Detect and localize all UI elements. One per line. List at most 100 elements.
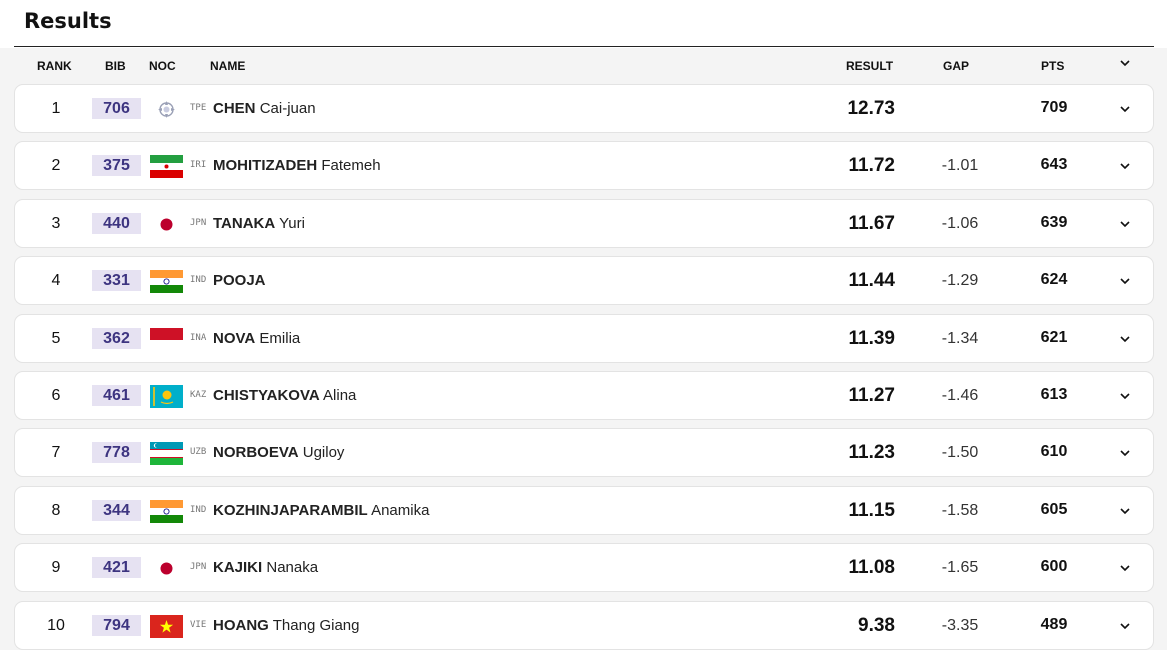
table-row[interactable]: 10 794 VIE HOANG Thang Giang 9.38 -3.35 489 (14, 600, 1154, 650)
table-row[interactable]: 2 375 IRI MOHITIZADEH Fatemeh 11.72 -1.01 643 (14, 141, 1154, 191)
rank-cell: 2 (51, 157, 61, 175)
expand-row-button[interactable] (1118, 504, 1132, 518)
noc-code: UZB (190, 447, 207, 458)
column-header-rank: RANK (37, 59, 72, 73)
column-header-name: NAME (210, 59, 246, 73)
noc-code: KAZ (190, 390, 207, 400)
athlete-name: NORBOEVA Ugiloy (213, 444, 344, 461)
expand-row-button[interactable] (1118, 217, 1132, 231)
rank-cell: 10 (47, 616, 65, 634)
athlete-name: TANAKA Yuri (213, 215, 305, 232)
result-cell: 11.15 (848, 499, 896, 521)
chevron-down-icon (1120, 450, 1130, 457)
points-cell: 709 (1040, 99, 1068, 116)
given-name: Yuri (279, 214, 305, 232)
rank-cell: 7 (51, 444, 61, 462)
expand-row-button[interactable] (1118, 159, 1132, 173)
given-name: Ugiloy (302, 444, 345, 462)
result-cell: 11.23 (848, 442, 896, 464)
tpe-flag-icon (150, 98, 183, 121)
points-cell: 624 (1040, 271, 1068, 289)
table-row[interactable]: 7 778 UZB NORBOEVA Ugiloy 11.23 -1.50 610 (14, 428, 1154, 478)
table-row[interactable]: 5 362 INA NOVA Emilia 11.39 -1.34 621 (14, 313, 1154, 363)
column-header-result: RESULT (846, 59, 894, 73)
points-cell: 613 (1040, 386, 1068, 403)
points-cell: 600 (1040, 558, 1068, 576)
expand-row-button[interactable] (1118, 561, 1132, 575)
family-name: KAJIKI (213, 559, 263, 577)
gap-cell: -1.01 (941, 157, 979, 175)
vie-flag-icon (150, 614, 183, 638)
table-row[interactable]: 1 706 TPE CHEN Cai-juan 12.73 709 (14, 84, 1154, 133)
chevron-down-icon (1120, 336, 1130, 342)
family-name: KOZHINJAPARAMBIL (213, 501, 368, 519)
table-row[interactable]: 3 440 JPN TANAKA Yuri 11.67 -1.06 639 (14, 198, 1154, 248)
chevron-down-icon (1120, 163, 1130, 170)
jpn-flag-icon (150, 212, 183, 236)
noc-code: IND (190, 275, 207, 286)
kaz-flag-icon (150, 385, 183, 408)
noc-code: JPN (190, 217, 207, 228)
bib-cell: 794 (92, 614, 141, 636)
expand-row-button[interactable] (1118, 389, 1132, 403)
gap-cell: -1.65 (941, 559, 979, 577)
chevron-down-icon (1120, 221, 1130, 227)
gap-cell: -1.58 (941, 501, 979, 519)
ind-flag-icon (150, 270, 183, 294)
expand-row-button[interactable] (1118, 619, 1132, 633)
athlete-name: MOHITIZADEH Fatemeh (213, 157, 381, 174)
uzb-flag-icon (150, 442, 183, 466)
column-header-noc: NOC (149, 59, 176, 73)
family-name: TANAKA (213, 214, 276, 232)
family-name: CHISTYAKOVA (213, 387, 320, 404)
table-row[interactable]: 4 331 IND POOJA 11.44 -1.29 624 (14, 256, 1154, 306)
result-cell: 11.72 (848, 155, 896, 177)
given-name: Thang Giang (272, 616, 360, 634)
rank-cell: 6 (51, 387, 61, 404)
athlete-name: NOVA Emilia (213, 330, 300, 347)
expand-row-button[interactable] (1118, 102, 1132, 116)
table-row[interactable]: 6 461 KAZ CHISTYAKOVA Alina 11.27 -1.46 613 (14, 371, 1154, 420)
chevron-down-icon (1120, 106, 1130, 113)
athlete-name: CHISTYAKOVA Alina (213, 387, 356, 404)
athlete-name: POOJA (213, 272, 266, 289)
points-cell: 610 (1040, 443, 1068, 461)
expand-all-button[interactable] (1118, 56, 1132, 73)
bib-cell: 421 (92, 557, 141, 579)
expand-row-button[interactable] (1118, 332, 1132, 346)
gap-cell: -1.46 (941, 387, 979, 404)
given-name: Cai-juan (259, 100, 316, 117)
gap-cell: -1.34 (941, 329, 979, 347)
points-cell: 643 (1040, 156, 1068, 174)
family-name: HOANG (213, 616, 269, 634)
noc-code: IRI (190, 160, 207, 171)
result-cell: 11.44 (848, 270, 896, 292)
family-name: NOVA (213, 329, 256, 347)
chevron-down-icon (1120, 623, 1130, 629)
gap-cell: -3.35 (941, 616, 979, 634)
athlete-name: HOANG Thang Giang (213, 617, 359, 634)
jpn-flag-icon (150, 557, 183, 581)
chevron-down-icon (1120, 60, 1130, 67)
expand-row-button[interactable] (1118, 446, 1132, 460)
points-cell: 639 (1040, 213, 1068, 231)
rank-cell: 3 (51, 214, 61, 232)
family-name: NORBOEVA (213, 444, 299, 462)
table-row[interactable]: 8 344 IND KOZHINJAPARAMBIL Anamika 11.15 -1.5… (14, 485, 1154, 535)
column-header-bib: BIB (105, 59, 126, 73)
noc-code: INA (190, 332, 207, 343)
bib-cell: 344 (92, 499, 141, 521)
points-cell: 489 (1040, 615, 1068, 633)
ina-flag-icon (150, 327, 183, 351)
expand-row-button[interactable] (1118, 274, 1132, 288)
gap-cell: -1.50 (941, 444, 979, 462)
athlete-name: CHEN Cai-juan (213, 100, 316, 117)
bib-cell: 706 (92, 98, 141, 119)
result-cell: 11.08 (848, 557, 896, 579)
family-name: CHEN (213, 100, 256, 117)
family-name: POOJA (213, 272, 266, 290)
table-row[interactable]: 9 421 JPN KAJIKI Nanaka 11.08 -1.65 600 (14, 543, 1154, 593)
rank-cell: 4 (51, 272, 61, 290)
chevron-down-icon (1120, 278, 1130, 285)
bib-cell: 440 (92, 212, 141, 234)
